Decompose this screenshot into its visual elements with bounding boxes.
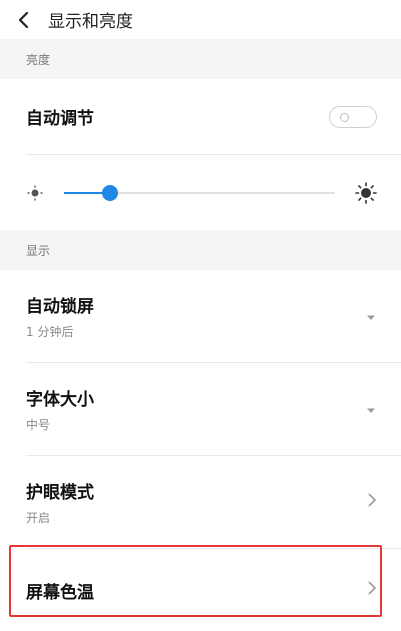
font-size-value: 中号 bbox=[26, 418, 51, 432]
eye-care-value: 开启 bbox=[26, 511, 51, 525]
highlight-box bbox=[9, 545, 382, 617]
sun-small-icon bbox=[27, 185, 43, 200]
eye-care-label: 护眼模式 bbox=[26, 483, 94, 503]
auto-lock-label: 自动锁屏 bbox=[26, 297, 94, 317]
header: 显示和亮度 bbox=[0, 0, 401, 39]
sun-large-icon bbox=[355, 181, 377, 204]
toggle-knob bbox=[340, 112, 349, 122]
brightness-slider-row bbox=[0, 155, 401, 230]
auto-adjust-toggle[interactable] bbox=[329, 105, 377, 128]
section-header-display: 显示 bbox=[0, 230, 401, 270]
chevron-right-icon bbox=[367, 492, 377, 512]
slider-thumb[interactable] bbox=[102, 184, 119, 201]
auto-lock-row[interactable]: 自动锁屏 1 分钟后 bbox=[26, 270, 401, 363]
auto-lock-value: 1 分钟后 bbox=[26, 325, 74, 339]
dropdown-arrow-icon bbox=[365, 400, 377, 419]
back-button[interactable] bbox=[0, 0, 48, 39]
dropdown-arrow-icon bbox=[365, 307, 377, 326]
font-size-label: 字体大小 bbox=[26, 390, 94, 410]
font-size-row[interactable]: 字体大小 中号 bbox=[26, 363, 401, 456]
section-header-brightness: 亮度 bbox=[0, 39, 401, 79]
page-title: 显示和亮度 bbox=[48, 12, 133, 32]
auto-adjust-label: 自动调节 bbox=[26, 109, 94, 129]
eye-care-row[interactable]: 护眼模式 开启 bbox=[26, 456, 401, 549]
auto-adjust-row[interactable]: 自动调节 bbox=[26, 79, 401, 155]
brightness-slider[interactable] bbox=[64, 184, 335, 201]
chevron-left-icon bbox=[18, 11, 29, 28]
